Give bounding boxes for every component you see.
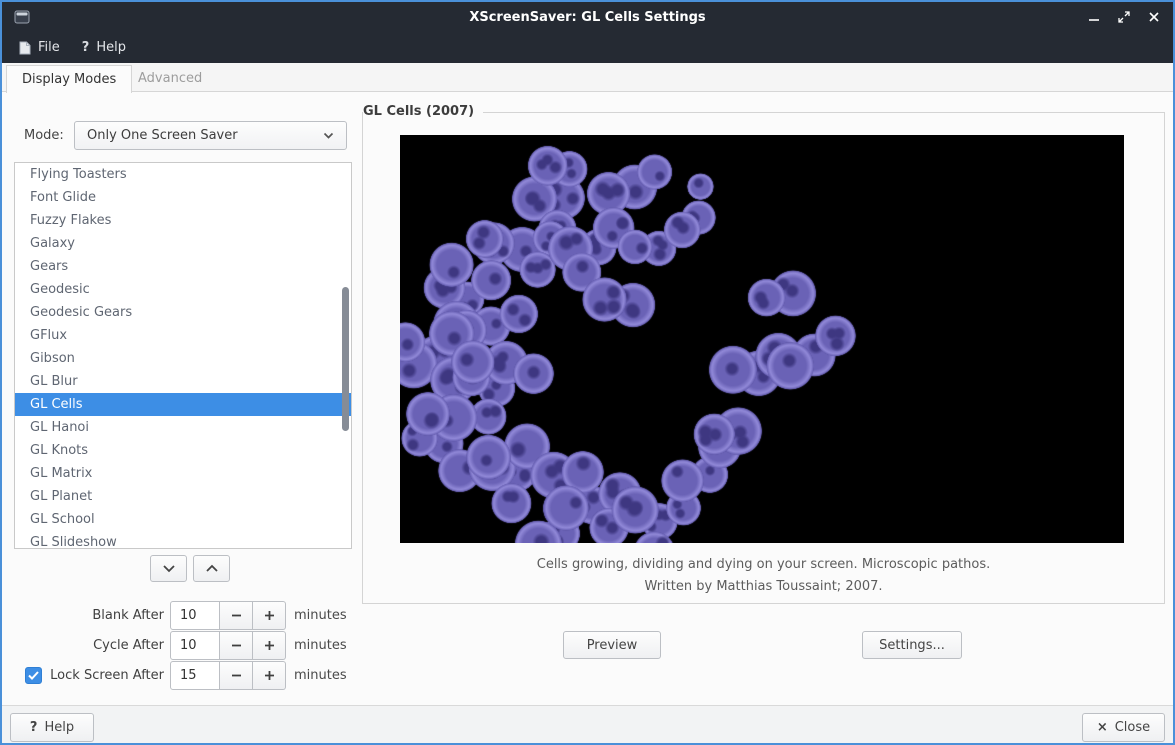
menu-help-label: Help xyxy=(96,40,126,55)
menu-help[interactable]: ? Help xyxy=(71,35,137,61)
help-button[interactable]: ? Help xyxy=(10,713,94,742)
lock-screen-label: Lock Screen After xyxy=(42,661,164,690)
chevron-down-icon xyxy=(323,132,334,139)
list-item[interactable]: Geodesic Gears xyxy=(15,301,351,324)
list-item[interactable]: GL Cells xyxy=(15,393,351,416)
list-item[interactable]: GFlux xyxy=(15,324,351,347)
close-window-button[interactable] xyxy=(1145,8,1163,26)
blank-after-label: Blank After xyxy=(2,601,164,630)
cycle-after-label: Cycle After xyxy=(2,631,164,660)
blank-after-increment-button[interactable] xyxy=(253,601,286,630)
list-item[interactable]: GL Matrix xyxy=(15,462,351,485)
lock-screen-input[interactable]: 15 xyxy=(170,661,220,690)
list-item[interactable]: GL Slideshow xyxy=(15,531,351,549)
cycle-after-decrement-button[interactable] xyxy=(220,631,253,660)
check-icon xyxy=(28,671,39,680)
list-item[interactable]: Flying Toasters xyxy=(15,163,351,186)
file-icon xyxy=(19,41,31,55)
list-item[interactable]: GL Planet xyxy=(15,485,351,508)
list-item[interactable]: Font Glide xyxy=(15,186,351,209)
list-item[interactable]: Galaxy xyxy=(15,232,351,255)
minimize-button[interactable] xyxy=(1085,8,1103,26)
list-item[interactable]: GL School xyxy=(15,508,351,531)
plus-icon xyxy=(264,640,275,651)
list-item[interactable]: Geodesic xyxy=(15,278,351,301)
footer-bar: ? Help × Close xyxy=(2,705,1173,743)
help-button-label: Help xyxy=(44,720,74,735)
lock-screen-increment-button[interactable] xyxy=(253,661,286,690)
list-item[interactable]: GL Hanoi xyxy=(15,416,351,439)
list-scrollbar-thumb[interactable] xyxy=(342,287,349,431)
lock-screen-checkbox[interactable] xyxy=(25,667,42,684)
list-item[interactable]: Gears xyxy=(15,255,351,278)
mode-combobox-value: Only One Screen Saver xyxy=(87,128,323,143)
menu-file[interactable]: File xyxy=(8,35,71,61)
plus-icon xyxy=(264,610,275,621)
preview-frame: GL Cells (2007) Cells growing, dividing … xyxy=(362,112,1165,604)
move-down-button[interactable] xyxy=(150,555,187,582)
list-item[interactable]: Gibson xyxy=(15,347,351,370)
blank-after-unit: minutes xyxy=(294,601,347,630)
minimize-icon xyxy=(1088,11,1100,23)
tab-strip: Display Modes Advanced xyxy=(2,63,1173,92)
list-item[interactable]: Fuzzy Flakes xyxy=(15,209,351,232)
lock-screen-decrement-button[interactable] xyxy=(220,661,253,690)
blank-after-decrement-button[interactable] xyxy=(220,601,253,630)
mode-combobox[interactable]: Only One Screen Saver xyxy=(74,121,347,150)
minus-icon xyxy=(231,670,242,681)
list-item[interactable]: GL Knots xyxy=(15,439,351,462)
close-icon: × xyxy=(1097,720,1108,735)
help-icon: ? xyxy=(82,40,90,55)
blank-after-input[interactable]: 10 xyxy=(170,601,220,630)
help-icon: ? xyxy=(30,720,38,735)
saver-author: Written by Matthias Toussaint; 2007. xyxy=(363,579,1164,594)
titlebar: XScreenSaver: GL Cells Settings xyxy=(2,2,1173,32)
menu-file-label: File xyxy=(38,40,60,55)
close-icon xyxy=(1148,11,1160,23)
close-button-label: Close xyxy=(1115,720,1150,735)
cycle-after-input[interactable]: 10 xyxy=(170,631,220,660)
window-title: XScreenSaver: GL Cells Settings xyxy=(2,2,1173,32)
arrow-up-icon xyxy=(205,564,219,573)
minus-icon xyxy=(231,640,242,651)
arrow-down-icon xyxy=(162,564,176,573)
minus-icon xyxy=(231,610,242,621)
plus-icon xyxy=(264,670,275,681)
settings-button[interactable]: Settings... xyxy=(862,631,962,659)
lock-screen-unit: minutes xyxy=(294,661,347,690)
close-button[interactable]: × Close xyxy=(1082,713,1165,742)
saver-list: Flying ToastersFont GlideFuzzy FlakesGal… xyxy=(14,162,352,549)
cycle-after-increment-button[interactable] xyxy=(253,631,286,660)
restore-icon xyxy=(1118,11,1130,23)
app-icon xyxy=(14,9,30,25)
tab-advanced[interactable]: Advanced xyxy=(123,65,217,92)
restore-button[interactable] xyxy=(1115,8,1133,26)
preview-canvas xyxy=(400,135,1124,543)
preview-frame-legend: GL Cells (2007) xyxy=(363,104,483,119)
tab-display-modes[interactable]: Display Modes xyxy=(6,65,132,93)
list-item[interactable]: GL Blur xyxy=(15,370,351,393)
cycle-after-unit: minutes xyxy=(294,631,347,660)
xscreensaver-window: XScreenSaver: GL Cells Settings File xyxy=(0,0,1175,745)
preview-button[interactable]: Preview xyxy=(563,631,661,659)
menubar: File ? Help xyxy=(2,32,1173,63)
window-controls xyxy=(1085,2,1163,32)
mode-label: Mode: xyxy=(24,121,64,150)
saver-description: Cells growing, dividing and dying on you… xyxy=(363,557,1164,572)
move-up-button[interactable] xyxy=(193,555,230,582)
